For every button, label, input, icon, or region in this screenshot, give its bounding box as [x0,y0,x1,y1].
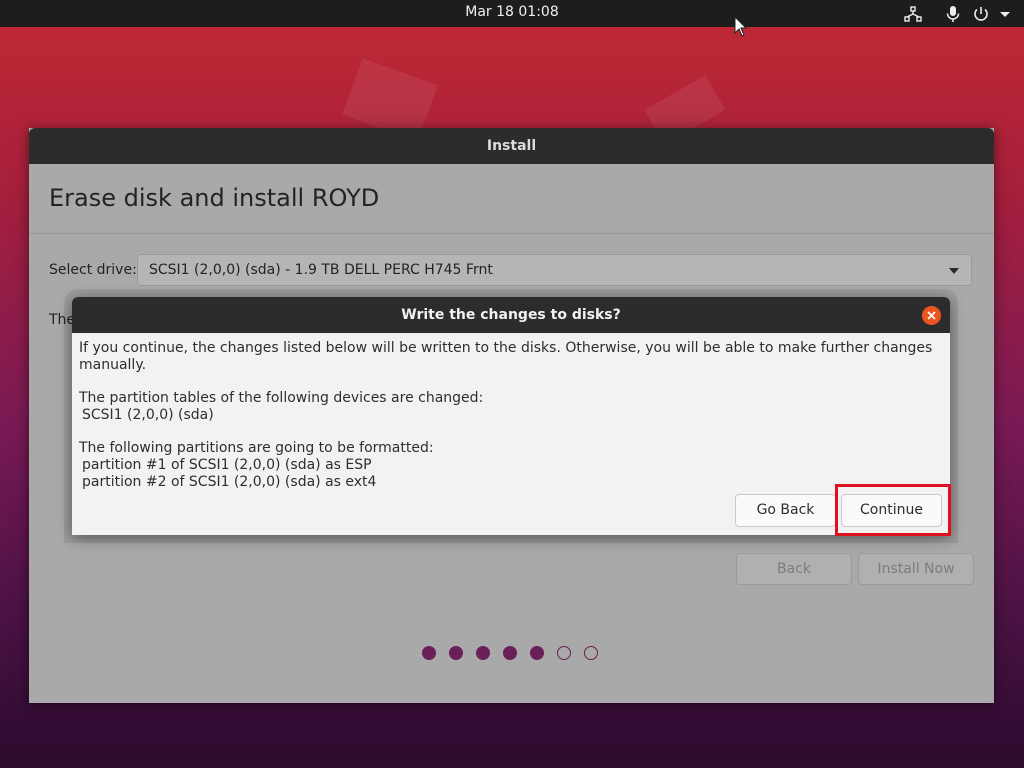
drive-select-dropdown[interactable]: SCSI1 (2,0,0) (sda) - 1.9 TB DELL PERC H… [137,254,972,286]
clock[interactable]: Mar 18 01:08 [0,4,1024,20]
dialog-intro-text: If you continue, the changes listed belo… [79,340,933,373]
progress-dot-completed [476,646,490,660]
go-back-button[interactable]: Go Back [735,494,836,527]
install-now-button[interactable]: Install Now [858,553,974,585]
progress-dot-completed [422,646,436,660]
microphone-icon[interactable] [944,5,962,23]
dialog-message: If you continue, the changes listed belo… [79,340,945,491]
progress-dot-completed [503,646,517,660]
page-title: Erase disk and install ROYD [49,184,380,212]
power-icon[interactable] [972,5,990,23]
list-item: partition #2 of SCSI1 (2,0,0) (sda) as e… [82,474,377,490]
progress-dot-completed [530,646,544,660]
highlight-annotation-box [835,484,951,536]
list-item: partition #1 of SCSI1 (2,0,0) (sda) as E… [82,457,372,473]
divider [29,233,994,234]
drive-select-value: SCSI1 (2,0,0) (sda) - 1.9 TB DELL PERC H… [149,262,493,278]
list-item: SCSI1 (2,0,0) (sda) [82,407,214,423]
close-icon[interactable] [922,306,941,325]
progress-dots [422,646,598,660]
progress-dot-pending [557,646,571,660]
partition-tables-heading: The partition tables of the following de… [79,390,484,406]
chevron-down-icon [949,268,959,274]
progress-dot-completed [449,646,463,660]
back-button[interactable]: Back [736,553,852,585]
formatted-partitions-heading: The following partitions are going to be… [79,440,434,456]
select-drive-label: Select drive: [49,262,137,278]
top-bar: Mar 18 01:08 [0,0,1024,27]
progress-dot-pending [584,646,598,660]
dialog-title: Write the changes to disks? [72,297,950,333]
window-title-bar: Install [29,128,994,164]
network-icon[interactable] [904,5,922,23]
write-changes-dialog: Write the changes to disks? If you conti… [72,297,950,535]
dropdown-arrow-icon[interactable] [996,5,1014,23]
mouse-cursor-icon [734,16,748,37]
